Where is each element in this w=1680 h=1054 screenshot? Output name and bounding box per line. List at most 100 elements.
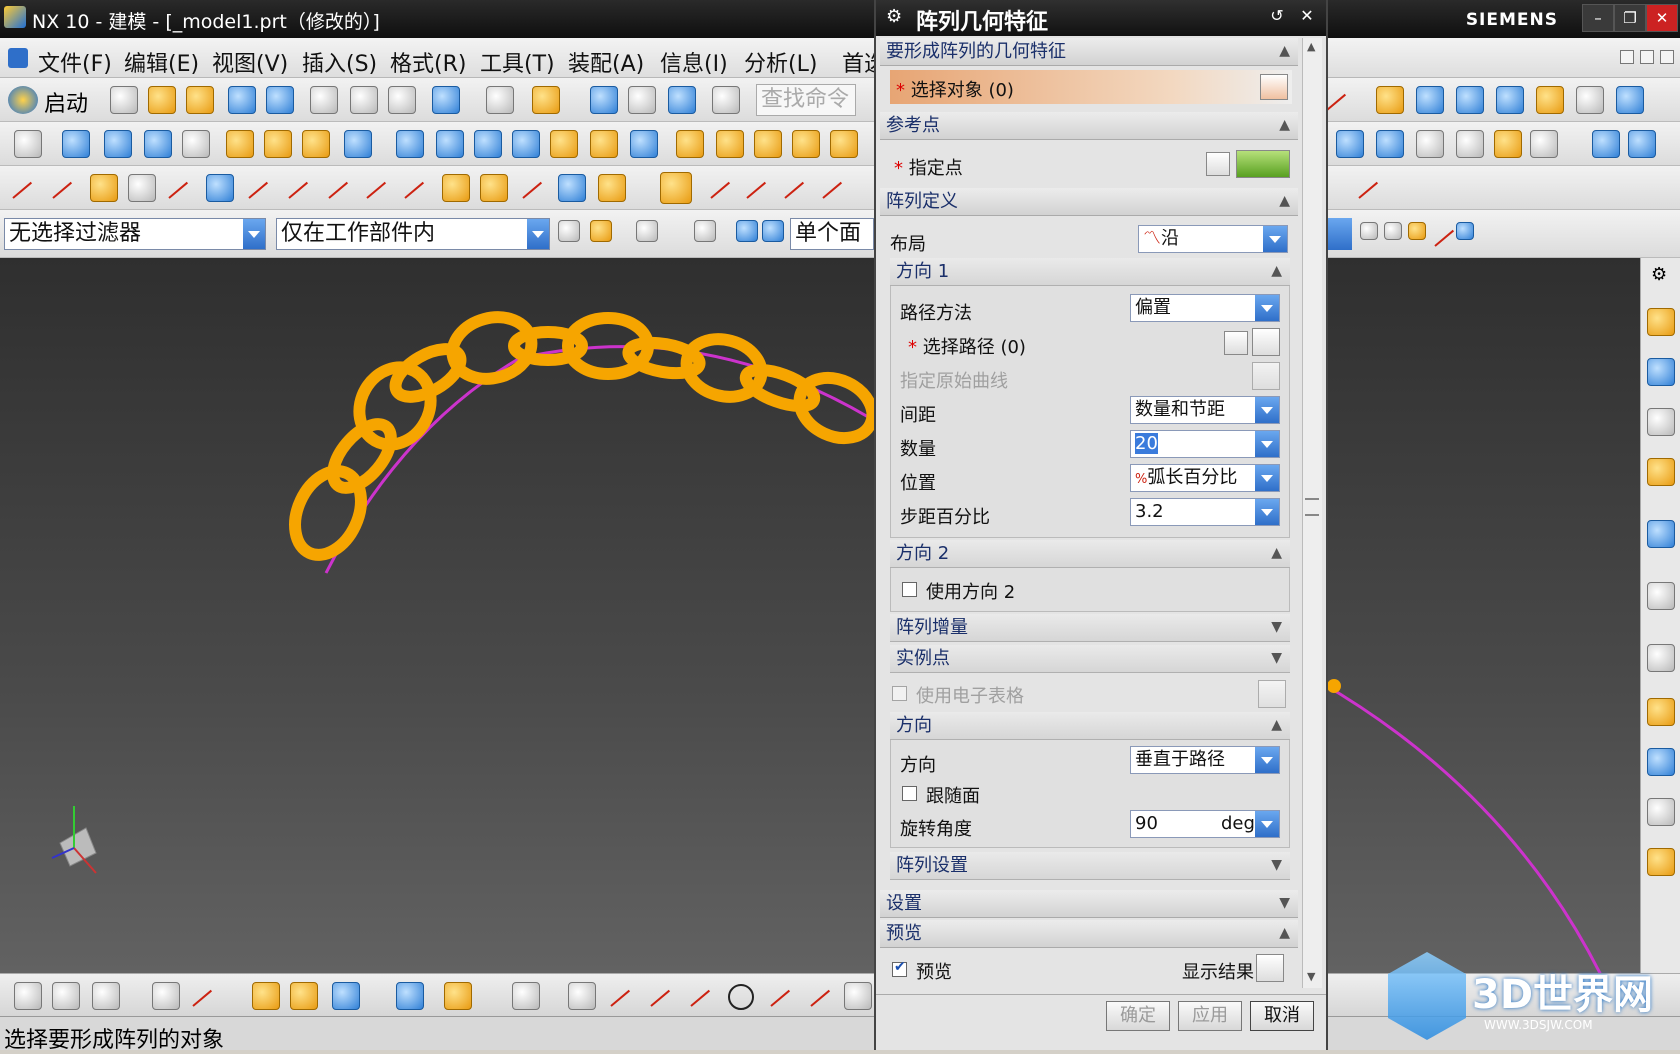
spreadsheet-icon[interactable]: [1258, 680, 1286, 708]
help-icon[interactable]: [1647, 582, 1675, 610]
internet-icon[interactable]: [1647, 520, 1675, 548]
direction2-header[interactable]: 方向 2 ▲: [890, 540, 1290, 568]
orient-view-icon[interactable]: [1592, 130, 1620, 158]
line-icon[interactable]: [10, 174, 38, 202]
roles-icon[interactable]: [1647, 798, 1675, 826]
menu-analysis[interactable]: 分析(L): [744, 46, 817, 78]
history-icon[interactable]: [1647, 644, 1675, 672]
circle-tool-icon[interactable]: [728, 984, 754, 1010]
measure-distance-icon[interactable]: [396, 982, 424, 1010]
patch-icon[interactable]: [792, 130, 820, 158]
show-hide-icon[interactable]: [332, 982, 360, 1010]
maximize-button[interactable]: ❐: [1614, 4, 1646, 32]
mirror-icon[interactable]: [436, 130, 464, 158]
sew-icon[interactable]: [716, 130, 744, 158]
inner-close-button[interactable]: [1660, 50, 1674, 64]
unite-icon[interactable]: [344, 130, 372, 158]
dialog-settings-icon[interactable]: ⚙: [886, 6, 902, 27]
rectangle-select-icon[interactable]: [694, 220, 716, 242]
redo-icon[interactable]: [486, 86, 514, 114]
undo-icon[interactable]: [432, 86, 460, 114]
open-folder-icon[interactable]: [148, 86, 176, 114]
snap-point-icon[interactable]: [636, 220, 658, 242]
menu-format[interactable]: 格式(R): [390, 46, 466, 78]
menu-insert[interactable]: 插入(S): [302, 46, 377, 78]
process-studio-icon[interactable]: [1647, 748, 1675, 776]
body-select-icon[interactable]: [736, 220, 758, 242]
cancel-button[interactable]: 取消: [1250, 1001, 1314, 1031]
fillet-curve-icon[interactable]: [286, 174, 314, 202]
count-input[interactable]: 20: [1130, 430, 1280, 458]
inner-restore-button[interactable]: [1640, 50, 1654, 64]
reference-point-section-header[interactable]: 参考点 ▲: [880, 112, 1298, 140]
edge-blend-icon[interactable]: [550, 130, 578, 158]
follow-face-checkbox[interactable]: [902, 786, 917, 801]
bridge-curve-icon[interactable]: [708, 174, 736, 202]
constraint-navigator-icon[interactable]: [1647, 358, 1675, 386]
studio-surface-icon[interactable]: [1536, 86, 1564, 114]
isoparametric-icon[interactable]: [480, 174, 508, 202]
scroll-up-icon[interactable]: ▲: [1307, 40, 1315, 53]
select-object-row[interactable]: * 选择对象 (0): [890, 70, 1292, 104]
checker-icon[interactable]: [568, 982, 596, 1010]
close-window-button[interactable]: ✕: [1646, 4, 1678, 32]
datum-plane-icon[interactable]: [226, 130, 254, 158]
curve-length-icon[interactable]: [744, 174, 772, 202]
section-curve-icon[interactable]: [520, 174, 548, 202]
chamfer-icon[interactable]: [590, 130, 618, 158]
thicken-icon[interactable]: [754, 130, 782, 158]
edit-object-icon[interactable]: [252, 982, 280, 1010]
save-as-icon[interactable]: [266, 86, 294, 114]
apply-button[interactable]: 应用: [1178, 1001, 1242, 1031]
pattern-geometry-icon[interactable]: [302, 130, 330, 158]
intersect-curve-icon[interactable]: [402, 174, 430, 202]
orientation-header[interactable]: 方向 ▲: [890, 712, 1290, 740]
text-curve-icon[interactable]: [206, 174, 234, 202]
repeat-command-icon[interactable]: [532, 86, 560, 114]
selection-filter-dropdown[interactable]: 无选择过滤器: [4, 218, 266, 250]
minimize-button[interactable]: –: [1582, 4, 1614, 32]
move-wcs-icon[interactable]: [190, 982, 218, 1010]
system-materials-icon[interactable]: [1647, 698, 1675, 726]
divide-curve-icon[interactable]: [782, 174, 810, 202]
deselect-icon[interactable]: [1224, 331, 1248, 355]
new-file-icon[interactable]: [110, 86, 138, 114]
original-curve-icon[interactable]: [1252, 362, 1280, 390]
magnifier-icon[interactable]: [1256, 954, 1284, 982]
preview-checkbox[interactable]: [892, 959, 907, 977]
face-rule-dropdown[interactable]: 单个面: [790, 218, 874, 250]
menu-app-icon[interactable]: [8, 48, 28, 68]
view-triad-icon[interactable]: [1628, 130, 1656, 158]
bounded-plane-icon[interactable]: [830, 130, 858, 158]
copy-icon[interactable]: [350, 86, 378, 114]
grid-surface-icon[interactable]: [1616, 86, 1644, 114]
select-all-icon[interactable]: [558, 220, 580, 242]
extract-curve-icon[interactable]: [442, 174, 470, 202]
dialog-close-icon[interactable]: ✕: [1294, 6, 1320, 30]
orientation-dropdown[interactable]: 垂直于路径: [1130, 746, 1280, 774]
curve-tool-icon[interactable]: [1324, 86, 1352, 114]
curve-select-icon[interactable]: [1252, 328, 1280, 356]
project-curve-icon[interactable]: [364, 174, 392, 202]
info-icon[interactable]: [712, 86, 740, 114]
inner-minimize-button[interactable]: [1620, 50, 1634, 64]
wcs-icon[interactable]: [152, 982, 180, 1010]
profile-icon[interactable]: [608, 982, 636, 1010]
reset-icon[interactable]: ↺: [1264, 6, 1290, 30]
chevron-down-icon[interactable]: [1328, 218, 1352, 250]
menu-tools[interactable]: 工具(T): [480, 46, 555, 78]
paste-icon[interactable]: [388, 86, 416, 114]
direction1-header[interactable]: 方向 1 ▲: [890, 258, 1290, 286]
studio-spline-icon[interactable]: [246, 174, 274, 202]
rectangle-icon[interactable]: [512, 982, 540, 1010]
cylinder-icon[interactable]: [144, 130, 172, 158]
law-curve-icon[interactable]: [166, 174, 194, 202]
preview-section-header[interactable]: 预览 ▲: [880, 920, 1298, 948]
rectangle-tool-icon[interactable]: [844, 982, 872, 1010]
dialog-scrollbar[interactable]: ▲ ▼: [1302, 38, 1322, 988]
shaded-view-icon[interactable]: [1336, 130, 1364, 158]
arc-icon[interactable]: [50, 174, 78, 202]
command-finder-input[interactable]: 查找命令: [756, 84, 856, 116]
scroll-down-icon[interactable]: ▼: [1307, 970, 1315, 983]
face-select-icon[interactable]: [762, 220, 784, 242]
